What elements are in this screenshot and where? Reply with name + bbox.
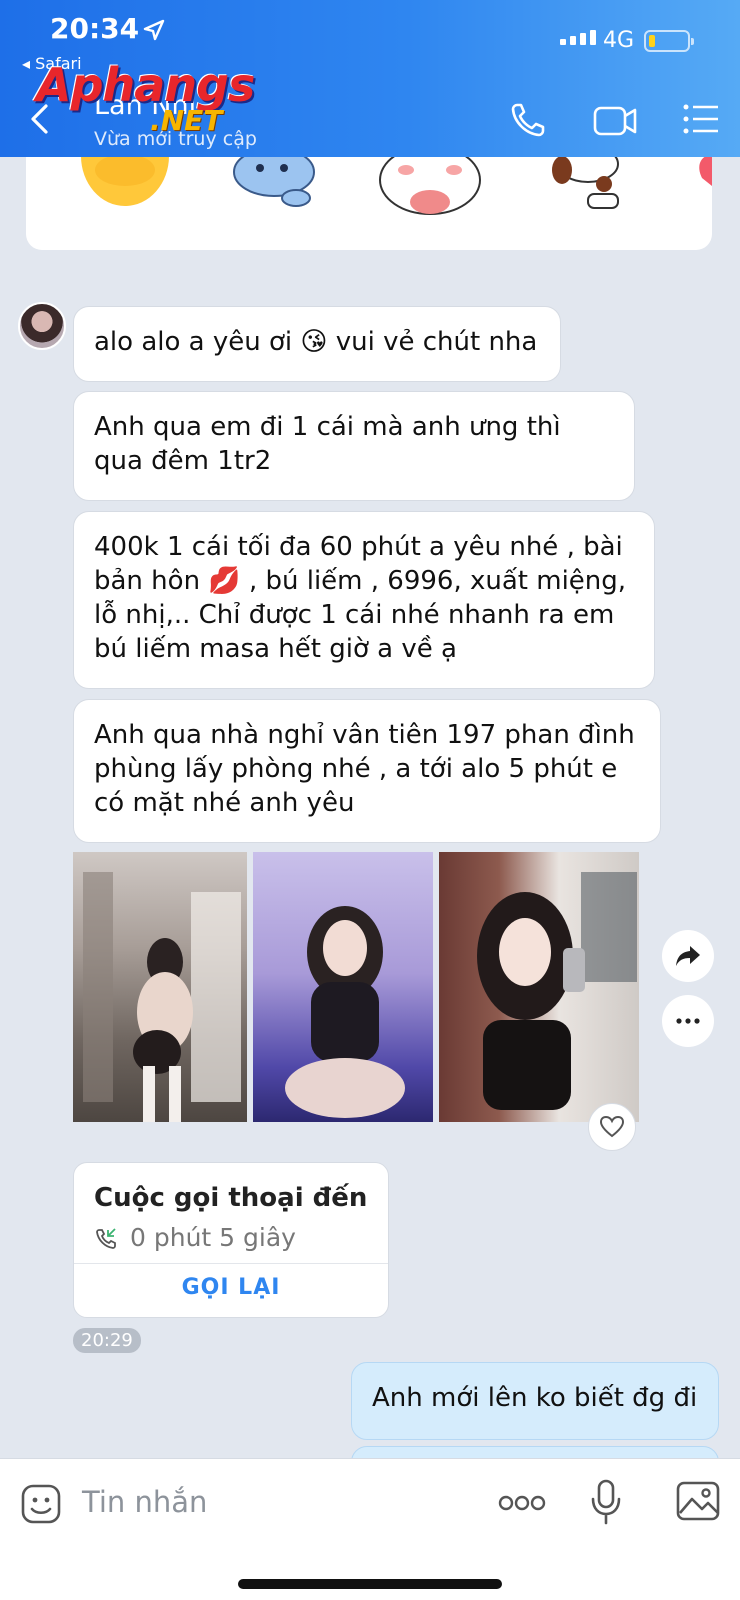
message-timestamp: 20:29 xyxy=(73,1328,141,1353)
more-dots-icon xyxy=(676,1018,700,1024)
sticker-rabbit xyxy=(379,150,481,215)
call-back-button[interactable]: GỌI LẠI xyxy=(74,1275,388,1300)
photo-1[interactable] xyxy=(73,852,247,1122)
call-title: Cuộc gọi thoại đến xyxy=(94,1183,368,1213)
photo-1-figure xyxy=(83,872,241,1122)
heart-icon xyxy=(599,1115,625,1138)
more-actions-icon[interactable] xyxy=(498,1495,546,1511)
message-text: 400k 1 cái tối đa 60 phút a yêu nhé , bà… xyxy=(94,532,627,664)
message-bubble[interactable]: Anh qua em đi 1 cái mà anh ưng thì qua đ… xyxy=(73,391,635,501)
contact-avatar[interactable] xyxy=(18,302,66,350)
forward-button[interactable] xyxy=(662,930,714,982)
battery-icon xyxy=(644,30,694,52)
message-bubble[interactable]: 400k 1 cái tối đa 60 phút a yêu nhé , bà… xyxy=(73,511,655,689)
message-bubble[interactable]: alo alo a yêu ơi 😘 vui vẻ chút nha xyxy=(73,306,561,382)
incoming-call-icon xyxy=(96,1228,116,1249)
incoming-call-card[interactable]: Cuộc gọi thoại đến 0 phút 5 giây GỌI LẠI xyxy=(73,1162,389,1318)
call-divider xyxy=(74,1263,388,1264)
sticker-icon[interactable] xyxy=(20,1483,62,1525)
sticker-emoji-face xyxy=(81,150,169,206)
photo-3-figure xyxy=(477,872,637,1110)
more-options-button[interactable] xyxy=(662,995,714,1047)
forward-arrow-icon xyxy=(676,946,700,966)
photo-3[interactable] xyxy=(439,852,639,1122)
location-arrow-icon xyxy=(143,19,165,41)
signal-icon xyxy=(560,30,596,45)
microphone-icon[interactable] xyxy=(590,1479,622,1525)
home-indicator[interactable] xyxy=(238,1579,502,1589)
watermark-logo-sub: .NET xyxy=(150,104,223,137)
video-call-icon[interactable] xyxy=(592,100,638,140)
my-message-bubble[interactable]: Anh mới lên ko biết đg đi xyxy=(351,1362,719,1440)
photo-album[interactable] xyxy=(73,852,639,1122)
photo-2[interactable] xyxy=(253,852,433,1122)
message-text: alo alo a yêu ơi 😘 vui vẻ chút nha xyxy=(94,327,538,357)
chat-header: 20:34 ◂ Safari 4G Lan Nhi Vừa mới truy c… xyxy=(0,0,740,157)
message-text: Anh mới lên ko biết đg đi xyxy=(372,1383,698,1413)
message-text: Anh qua nhà nghỉ vân tiên 197 phan đình … xyxy=(94,720,635,818)
image-gallery-icon[interactable] xyxy=(676,1481,720,1521)
message-input-bar: Tin nhắn xyxy=(0,1458,740,1600)
photo-2-figure xyxy=(285,906,405,1118)
menu-list-icon[interactable] xyxy=(682,100,720,138)
sticker-blue-cat xyxy=(233,150,315,207)
phone-call-icon[interactable] xyxy=(508,100,548,140)
sticker-dog xyxy=(552,150,619,209)
message-text: Anh qua em đi 1 cái mà anh ưng thì qua đ… xyxy=(94,412,561,476)
message-bubble[interactable]: Anh qua nhà nghỉ vân tiên 197 phan đình … xyxy=(73,699,661,843)
message-input[interactable]: Tin nhắn xyxy=(82,1485,207,1519)
status-time: 20:34 xyxy=(50,12,140,45)
heart-react-button[interactable] xyxy=(588,1103,636,1151)
network-type: 4G xyxy=(603,28,635,53)
call-duration: 0 phút 5 giây xyxy=(130,1223,296,1252)
